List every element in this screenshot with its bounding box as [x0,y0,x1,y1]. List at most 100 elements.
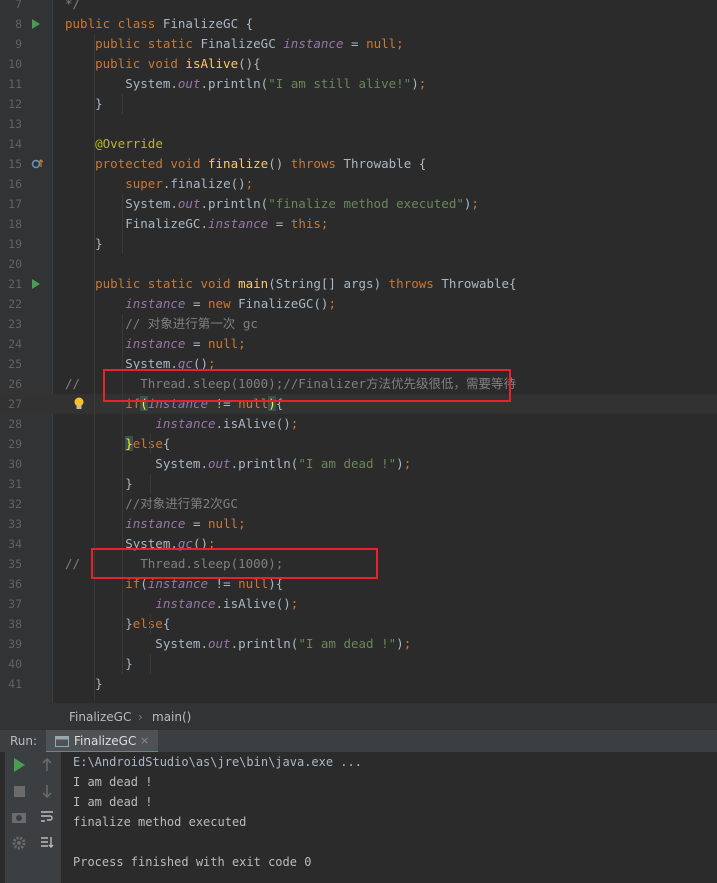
code-text: System.out.println("finalize method exec… [125,196,479,211]
code-text: instance = null; [125,336,246,351]
code-line[interactable]: 15 protected void finalize() throws Thro… [0,154,717,174]
line-number: 36 [8,577,22,591]
line-number: 37 [8,597,22,611]
code-line[interactable]: 18 FinalizeGC.instance = this; [0,214,717,234]
line-number: 9 [15,37,22,51]
code-line[interactable]: 33 instance = null; [0,514,717,534]
line-number: 25 [8,357,22,371]
line-number: 10 [8,57,22,71]
camera-icon[interactable] [9,810,29,830]
line-number: 30 [8,457,22,471]
line-number: 22 [8,297,22,311]
code-line[interactable]: 31 } [0,474,717,494]
code-line[interactable]: 32 //对象进行第2次GC [0,494,717,514]
indent-guide [150,474,151,494]
code-line[interactable]: 37 instance.isAlive(); [0,594,717,614]
indent-guide [122,194,123,254]
code-line[interactable]: 20 [0,254,717,274]
code-text: } [65,96,103,111]
run-gutter-icon[interactable] [31,18,43,30]
code-line[interactable]: 21 public static void main(String[] args… [0,274,717,294]
code-line[interactable]: 16 super.finalize(); [0,174,717,194]
code-text: FinalizeGC.instance = this; [65,216,329,231]
highlight-box-sleep-2 [91,548,378,579]
code-line[interactable]: 24 instance = null; [0,334,717,354]
line-number: 18 [8,217,22,231]
code-line[interactable]: 17 System.out.println("finalize method e… [0,194,717,214]
line-number: 23 [8,317,22,331]
breadcrumb-class[interactable]: FinalizeGC [69,704,131,730]
code-line[interactable]: 7 */ [0,0,717,14]
indent-guide [122,314,123,674]
console-icon [55,736,69,747]
tab-label: FinalizeGC [74,734,137,748]
line-number: 20 [8,257,22,271]
code-line[interactable]: 12 } [0,94,717,114]
console-line: I am dead ! [73,795,153,809]
code-line[interactable]: 8 public class FinalizeGC { [0,14,717,34]
close-icon[interactable]: × [140,730,149,752]
code-line[interactable]: 22 instance = new FinalizeGC(); [0,294,717,314]
indent-guide [94,34,95,700]
code-text: @Override [95,136,163,151]
code-line[interactable]: 39 System.out.println("I am dead !"); [0,634,717,654]
soft-wrap-icon[interactable] [37,810,57,830]
line-number: 8 [15,17,22,31]
code-line[interactable]: 14 @Override [0,134,717,154]
code-text: instance = null; [125,516,246,531]
stop-icon[interactable] [9,784,29,804]
code-line[interactable]: 29 }else{ [0,434,717,454]
line-number: 41 [8,677,22,691]
breadcrumb-method[interactable]: main() [152,704,191,730]
code-line[interactable]: 9 public static FinalizeGC instance = nu… [0,34,717,54]
run-label: Run: [10,734,38,748]
code-line[interactable]: 10 public void isAlive(){ [0,54,717,74]
lightbulb-icon[interactable] [73,397,85,411]
breadcrumb: FinalizeGC › main() [0,703,717,730]
override-method-icon[interactable] [31,158,43,170]
console-line: finalize method executed [73,815,247,829]
code-line[interactable]: 11 System.out.println("I am still alive!… [0,74,717,94]
line-number: 38 [8,617,22,631]
code-text: } [65,236,103,251]
indent-guide [150,654,151,674]
line-number: 11 [8,77,22,91]
arrow-up-icon[interactable] [37,757,57,778]
run-tool-column-right [33,752,61,883]
code-line[interactable]: 41 } [0,674,717,694]
code-editor[interactable]: 7 */ 8 public class FinalizeGC { 9 public st… [0,0,717,703]
code-line[interactable]: 13 [0,114,717,134]
line-number: 7 [15,0,22,11]
line-number: 34 [8,537,22,551]
code-line[interactable]: 23 // 对象进行第一次 gc [0,314,717,334]
run-toolbar: Run: FinalizeGC × [0,729,717,754]
console-line: I am dead ! [73,775,153,789]
tab-finalizegc[interactable]: FinalizeGC × [46,730,158,753]
settings-icon[interactable] [9,836,29,856]
code-line[interactable]: 28 instance.isAlive(); [0,414,717,434]
code-text: instance = new FinalizeGC(); [125,296,336,311]
rerun-icon[interactable] [9,758,29,778]
run-gutter-icon[interactable] [31,278,43,290]
scroll-to-end-icon[interactable] [37,836,57,856]
code-text: System.out.println("I am dead !"); [65,636,412,651]
line-number: 35 [8,557,22,571]
line-number: 24 [8,337,22,351]
line-number: 19 [8,237,22,251]
run-tool-column-left [5,752,33,883]
code-text: public class FinalizeGC { [65,16,254,31]
line-number: 13 [8,117,22,131]
line-number: 31 [8,477,22,491]
line-number: 32 [8,497,22,511]
code-line[interactable]: 38 }else{ [0,614,717,634]
code-text: public static void main(String[] args) t… [95,276,517,291]
code-line[interactable]: 40 } [0,654,717,674]
code-line[interactable]: 19 } [0,234,717,254]
run-console: E:\AndroidStudio\as\jre\bin\java.exe ...… [0,752,717,883]
line-number: 29 [8,437,22,451]
code-text: }else{ [125,436,171,451]
code-line[interactable]: 30 System.out.println("I am dead !"); [0,454,717,474]
arrow-down-icon[interactable] [37,784,57,804]
line-number: 40 [8,657,22,671]
line-number: 33 [8,517,22,531]
